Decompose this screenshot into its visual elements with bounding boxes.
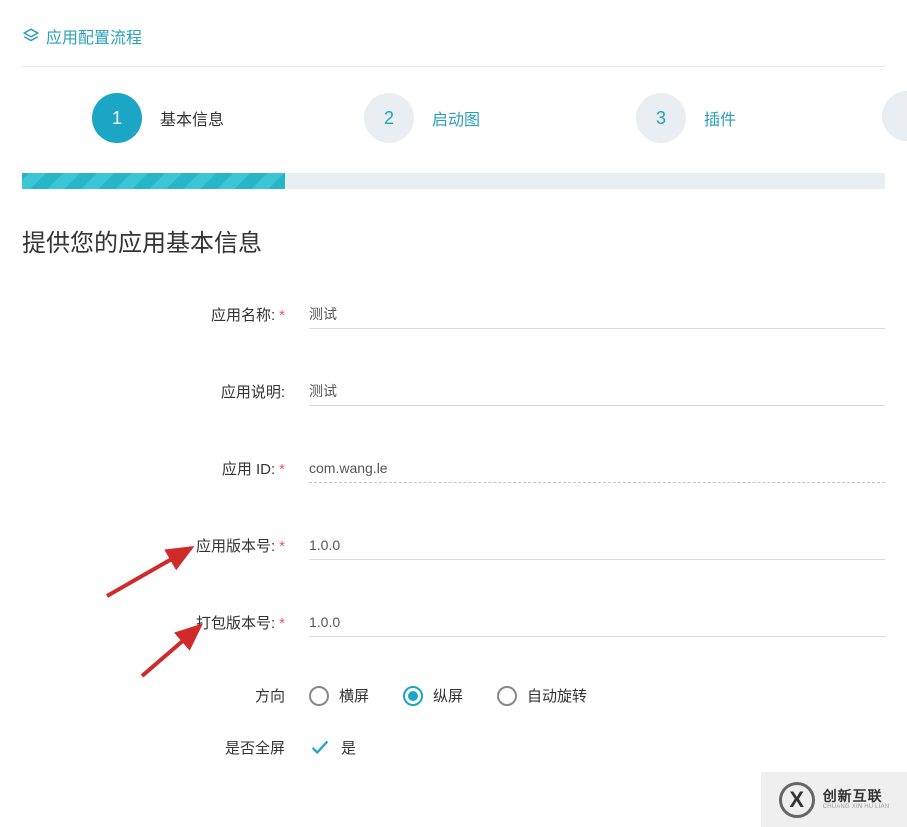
radio-circle-icon [309,686,329,706]
label-orientation: 方向 [22,685,289,706]
radio-landscape[interactable]: 横屏 [309,685,369,706]
label-app-name: 应用名称:* [22,304,289,325]
app-id-input[interactable] [309,454,885,483]
row-fullscreen: 是否全屏 是 [22,736,885,758]
header-divider [22,66,885,67]
radio-label: 自动旋转 [527,685,587,706]
label-app-id: 应用 ID:* [22,458,289,479]
row-orientation: 方向 横屏 纵屏 自动旋转 [22,685,885,706]
step-basic-info[interactable]: 1 基本信息 [22,93,294,143]
radio-portrait[interactable]: 纵屏 [403,685,463,706]
step-plugins[interactable]: 3 插件 [566,93,838,143]
step-number: 3 [636,93,686,143]
radio-label: 纵屏 [433,685,463,706]
radio-circle-icon [497,686,517,706]
header-title: 应用配置流程 [46,24,142,48]
row-app-id: 应用 ID:* [22,454,885,483]
footer-en: CHUANG XIN HU LIAN [823,804,890,811]
footer-cn: 创新互联 [823,789,890,804]
label-pkg-version: 打包版本号:* [22,612,289,633]
pkg-version-input[interactable] [309,608,885,637]
label-app-version: 应用版本号:* [22,535,289,556]
orientation-radio-group: 横屏 纵屏 自动旋转 [309,685,885,706]
label-fullscreen: 是否全屏 [22,737,289,758]
footer-watermark: X 创新互联 CHUANG XIN HU LIAN [761,772,907,827]
app-desc-input[interactable] [309,377,885,406]
step-label: 启动图 [432,106,480,130]
step-number: 2 [364,93,414,143]
config-flow-header: 应用配置流程 [22,0,885,66]
step-launch-image[interactable]: 2 启动图 [294,93,566,143]
radio-auto-rotate[interactable]: 自动旋转 [497,685,587,706]
progress-fill [22,173,285,189]
label-app-desc: 应用说明: [22,381,289,402]
radio-circle-icon [403,686,423,706]
row-app-desc: 应用说明: [22,377,885,406]
logo-circle-icon: X [779,782,815,818]
row-app-name: 应用名称:* [22,300,885,329]
app-name-input[interactable] [309,300,885,329]
steps-container: 1 基本信息 2 启动图 3 插件 [22,93,885,173]
step-number: 1 [92,93,142,143]
step-next-circle [882,91,907,141]
layers-icon [22,27,40,45]
section-title: 提供您的应用基本信息 [22,223,885,258]
row-pkg-version: 打包版本号:* [22,608,885,637]
step-label: 插件 [704,106,736,130]
fullscreen-value: 是 [341,737,356,758]
app-version-input[interactable] [309,531,885,560]
footer-text: 创新互联 CHUANG XIN HU LIAN [823,789,890,811]
progress-bar [22,173,885,189]
radio-label: 横屏 [339,685,369,706]
check-icon [309,736,331,758]
fullscreen-check[interactable]: 是 [309,736,885,758]
row-app-version: 应用版本号:* [22,531,885,560]
step-label: 基本信息 [160,106,224,130]
